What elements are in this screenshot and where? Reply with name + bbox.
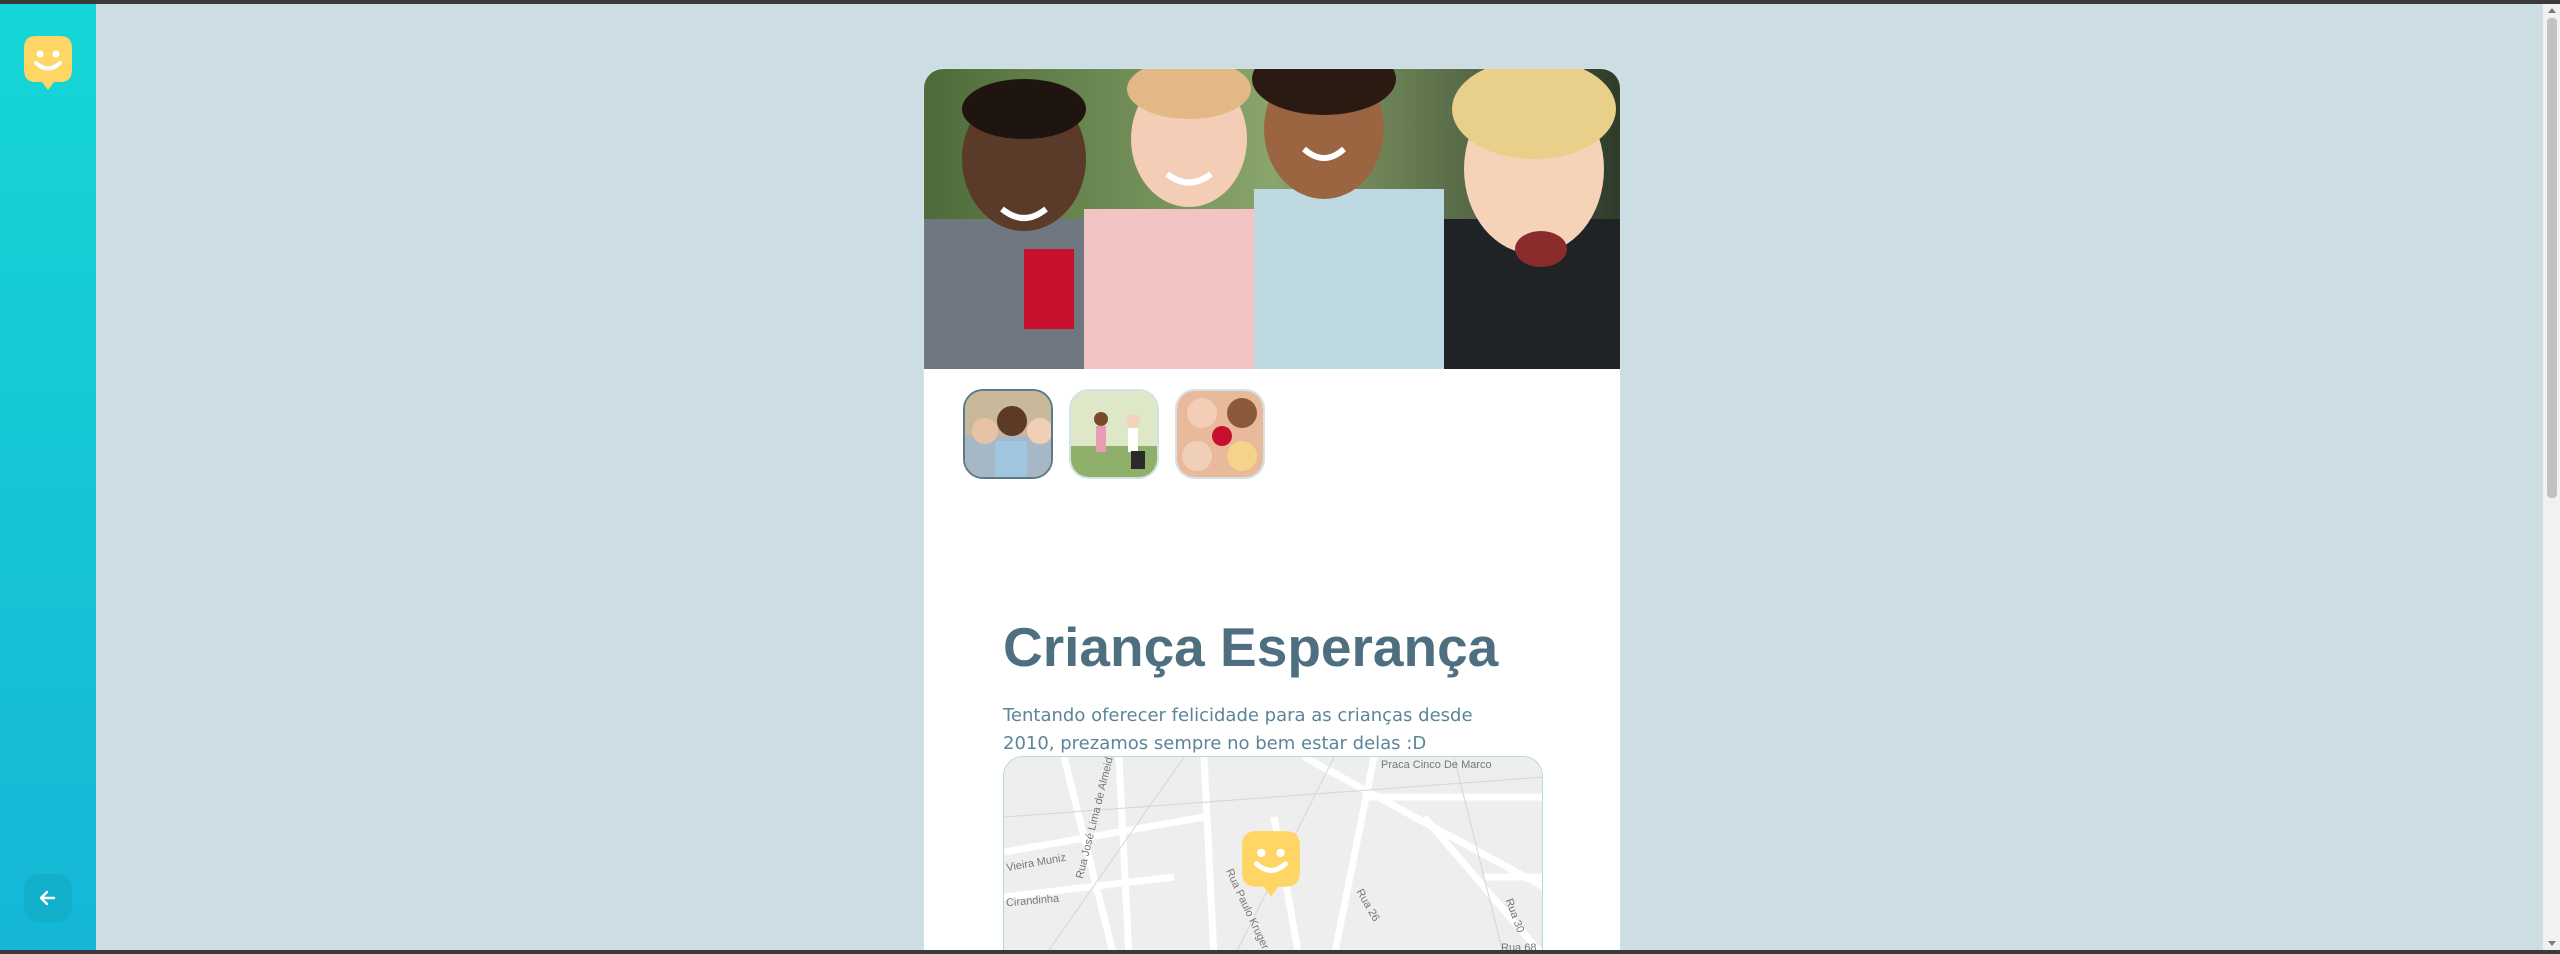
- vertical-scrollbar[interactable]: [2542, 4, 2560, 950]
- thumbnail-children-playing-field[interactable]: [1069, 389, 1159, 479]
- hero-photo: [924, 69, 1620, 369]
- happy-face-marker-icon[interactable]: [24, 36, 72, 92]
- location-map[interactable]: Praca Cinco De Marco Vieira Muniz Cirand…: [1003, 756, 1543, 950]
- thumbnail-children-circle[interactable]: [1175, 389, 1265, 479]
- scroll-up-arrow-icon[interactable]: [2548, 8, 2556, 13]
- scroll-thumb[interactable]: [2547, 18, 2557, 498]
- happy-face-marker-icon[interactable]: [1242, 831, 1300, 903]
- sidebar: [0, 4, 96, 950]
- photo-thumbnails: [963, 389, 1265, 479]
- thumbnail-children-group[interactable]: [963, 389, 1053, 479]
- map-label: Praca Cinco De Marco: [1381, 759, 1492, 771]
- browser-bottom-edge: [0, 950, 2560, 954]
- map-label: Rua 68: [1501, 942, 1537, 950]
- back-button[interactable]: [24, 874, 72, 922]
- orphanage-description: Tentando oferecer felicidade para as cri…: [1003, 705, 1473, 754]
- orphanage-name: Criança Esperança: [1003, 616, 1499, 678]
- scroll-down-arrow-icon[interactable]: [2548, 941, 2556, 946]
- arrow-left-icon: [39, 890, 56, 906]
- orphanage-details-card: Criança Esperança Tentando oferecer feli…: [923, 68, 1621, 950]
